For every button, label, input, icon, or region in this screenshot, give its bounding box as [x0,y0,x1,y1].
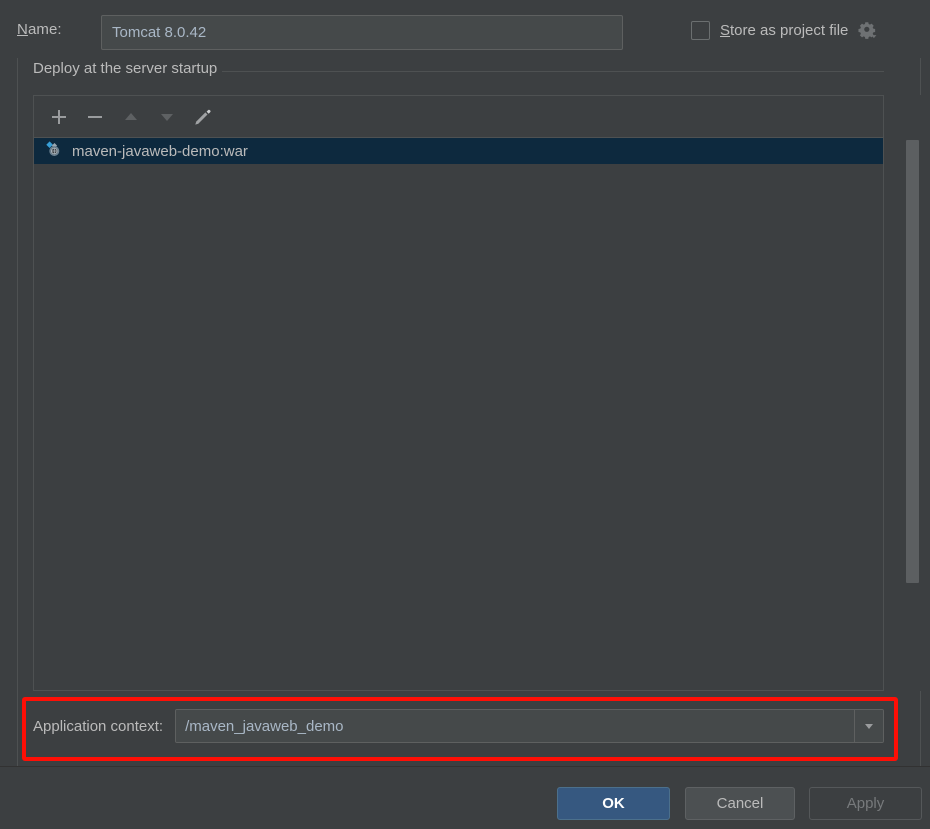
list-item[interactable]: maven-javaweb-demo:war [34,138,883,164]
name-row: Name: Store as project file [0,0,930,58]
name-label-text: ame: [27,21,62,38]
store-label-text: tore as project file [730,21,849,39]
name-input[interactable] [101,15,623,50]
application-context-row: Application context: [33,707,884,745]
application-context-label: Application context: [33,717,164,735]
store-as-project-file-checkbox[interactable] [691,20,710,40]
deploy-list-toolbar [34,96,883,138]
store-as-project-file-row[interactable]: Store as project file [691,18,878,42]
name-label: Name: [17,21,62,38]
panel-left-divider [17,58,18,766]
move-down-button [150,100,184,134]
add-button[interactable] [42,100,76,134]
maven-war-artifact-icon [43,140,63,163]
list-item-label: maven-javaweb-demo:war [72,142,248,160]
gear-icon[interactable] [856,19,878,41]
application-context-combobox[interactable] [175,709,884,743]
application-context-input[interactable] [176,710,854,742]
remove-button[interactable] [78,100,112,134]
store-as-project-file-label: Store as project file [720,22,848,39]
tomcat-run-configuration-dialog: Name: Store as project file Deploy at th… [0,0,930,829]
deploy-list-panel: maven-javaweb-demo:war [33,95,884,691]
name-label-mnemonic: N [17,21,28,38]
move-up-button [114,100,148,134]
deploy-list-body: maven-javaweb-demo:war [34,138,883,690]
cancel-button[interactable]: Cancel [685,787,795,820]
apply-button: Apply [809,787,922,820]
group-box-title: Deploy at the server startup [33,60,223,77]
deploy-list-scrollbar-thumb[interactable] [906,140,919,583]
ok-button[interactable]: OK [557,787,670,820]
chevron-down-icon[interactable] [854,710,883,742]
store-label-mnemonic: S [720,21,731,39]
edit-button[interactable] [186,100,220,134]
